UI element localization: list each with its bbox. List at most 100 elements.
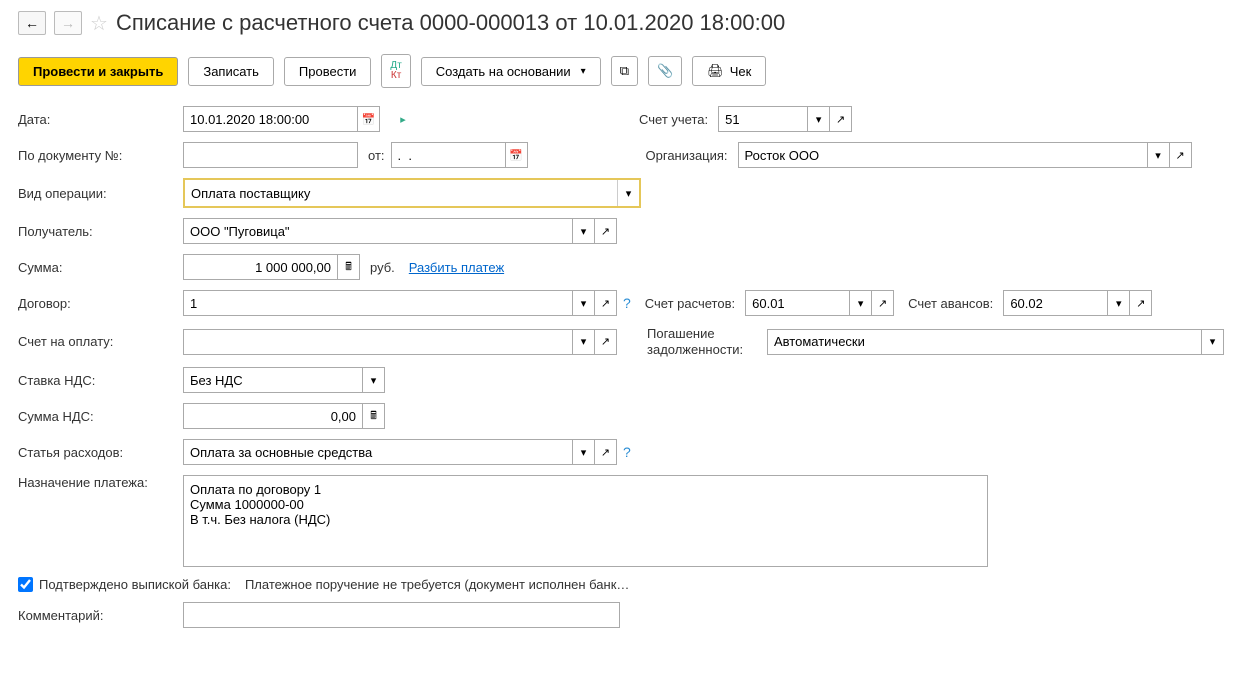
confirmed-checkbox[interactable] xyxy=(18,577,33,592)
recipient-dropdown[interactable]: ▾ xyxy=(573,218,595,244)
tag-icon: ▸ xyxy=(400,113,406,126)
confirmed-label: Подтверждено выпиской банка: xyxy=(39,577,231,592)
org-input[interactable] xyxy=(738,142,1148,168)
advance-open[interactable]: ↗ xyxy=(1130,290,1152,316)
page-title: Списание с расчетного счета 0000-000013 … xyxy=(116,10,785,36)
purpose-textarea[interactable] xyxy=(183,475,988,567)
row-date-account: Дата: 📅 ▸ Счет учета: ▾ ↗ xyxy=(18,106,1241,132)
comment-label: Комментарий: xyxy=(18,608,183,623)
docnum-label: По документу №: xyxy=(18,148,183,163)
invoice-label: Счет на оплату: xyxy=(18,334,183,349)
attachment-button[interactable]: 📎 xyxy=(648,56,682,86)
row-expense: Статья расходов: ▾ ↗ ? xyxy=(18,439,1241,465)
row-contract-accounts: Договор: ▾ ↗ ? Счет расчетов: ▾ ↗ Счет а… xyxy=(18,290,1241,316)
vatsum-calc[interactable]: 🖩 xyxy=(363,403,385,429)
dt-kt-button[interactable]: ДтКт xyxy=(381,54,410,88)
row-purpose: Назначение платежа: xyxy=(18,475,1241,567)
date-input[interactable] xyxy=(183,106,358,132)
post-button[interactable]: Провести xyxy=(284,57,372,86)
recipient-open[interactable]: ↗ xyxy=(595,218,617,244)
structure-icon: ⧉ xyxy=(620,63,629,79)
docdate-input[interactable] xyxy=(391,142,506,168)
dt-kt-icon: ДтКт xyxy=(390,61,401,81)
row-vatrate: Ставка НДС: ▾ xyxy=(18,367,1241,393)
create-based-button[interactable]: Создать на основании xyxy=(421,57,601,86)
settlement-dropdown[interactable]: ▾ xyxy=(850,290,872,316)
date-picker-button[interactable]: 📅 xyxy=(358,106,380,132)
contract-help[interactable]: ? xyxy=(623,295,631,311)
row-invoice-debt: Счет на оплату: ▾ ↗ Погашение задолженно… xyxy=(18,326,1241,357)
invoice-dropdown[interactable]: ▾ xyxy=(573,329,595,355)
row-comment: Комментарий: xyxy=(18,602,1241,628)
row-operation: Вид операции: ▾ xyxy=(18,178,1241,208)
expense-input[interactable] xyxy=(183,439,573,465)
vatsum-input[interactable] xyxy=(183,403,363,429)
advance-dropdown[interactable]: ▾ xyxy=(1108,290,1130,316)
header-bar: ← → ☆ Списание с расчетного счета 0000-0… xyxy=(18,10,1241,36)
date-extra-button[interactable]: ▸ xyxy=(392,106,414,132)
sum-input[interactable] xyxy=(183,254,338,280)
calendar-icon: 📅 xyxy=(362,113,376,126)
date-label: Дата: xyxy=(18,112,183,127)
operation-type-input[interactable] xyxy=(185,180,617,206)
docnum-input[interactable] xyxy=(183,142,358,168)
sum-calc[interactable]: 🖩 xyxy=(338,254,360,280)
paperclip-icon: 📎 xyxy=(657,63,673,79)
row-vatsum: Сумма НДС: 🖩 xyxy=(18,403,1241,429)
row-docnum-org: По документу №: от: 📅 Организация: ▾ ↗ xyxy=(18,142,1241,168)
contract-input[interactable] xyxy=(183,290,573,316)
account-dropdown[interactable]: ▾ xyxy=(808,106,830,132)
contract-label: Договор: xyxy=(18,296,183,311)
docdate-picker[interactable]: 📅 xyxy=(506,142,528,168)
receipt-button[interactable]: 🖨Чек xyxy=(692,56,766,86)
debt-input[interactable] xyxy=(767,329,1202,355)
row-confirmed: Подтверждено выпиской банка: Платежное п… xyxy=(18,577,1241,592)
debt-dropdown[interactable]: ▾ xyxy=(1202,329,1224,355)
vatrate-input[interactable] xyxy=(183,367,363,393)
org-dropdown[interactable]: ▾ xyxy=(1148,142,1170,168)
from-label: от: xyxy=(368,148,385,163)
settlement-input[interactable] xyxy=(745,290,850,316)
structure-button[interactable]: ⧉ xyxy=(611,56,638,86)
vatrate-dropdown[interactable]: ▾ xyxy=(363,367,385,393)
post-and-close-button[interactable]: Провести и закрыть xyxy=(18,57,178,86)
recipient-input[interactable] xyxy=(183,218,573,244)
forward-button: → xyxy=(54,11,82,35)
settlement-open[interactable]: ↗ xyxy=(872,290,894,316)
back-button[interactable]: ← xyxy=(18,11,46,35)
expense-help[interactable]: ? xyxy=(623,444,631,460)
operation-label: Вид операции: xyxy=(18,186,183,201)
split-payment-link[interactable]: Разбить платеж xyxy=(409,260,504,275)
expense-dropdown[interactable]: ▾ xyxy=(573,439,595,465)
vatrate-label: Ставка НДС: xyxy=(18,373,183,388)
receipt-icon: 🖨 xyxy=(707,63,724,79)
row-recipient: Получатель: ▾ ↗ xyxy=(18,218,1241,244)
contract-open[interactable]: ↗ xyxy=(595,290,617,316)
settlement-label: Счет расчетов: xyxy=(645,296,735,311)
sum-label: Сумма: xyxy=(18,260,183,275)
calculator-icon: 🖩 xyxy=(345,258,352,277)
org-open[interactable]: ↗ xyxy=(1170,142,1192,168)
vatsum-label: Сумма НДС: xyxy=(18,409,183,424)
write-button[interactable]: Записать xyxy=(188,57,274,86)
favorite-star-icon[interactable]: ☆ xyxy=(90,11,108,36)
org-label: Организация: xyxy=(646,148,728,163)
contract-dropdown[interactable]: ▾ xyxy=(573,290,595,316)
comment-input[interactable] xyxy=(183,602,620,628)
account-label: Счет учета: xyxy=(639,112,708,127)
row-sum: Сумма: 🖩 руб. Разбить платеж xyxy=(18,254,1241,280)
calculator-icon: 🖩 xyxy=(370,407,377,426)
calendar-icon: 📅 xyxy=(509,149,523,162)
operation-dropdown[interactable]: ▾ xyxy=(617,180,639,206)
expense-open[interactable]: ↗ xyxy=(595,439,617,465)
debt-label: Погашение задолженности: xyxy=(647,326,757,357)
advance-label: Счет авансов: xyxy=(908,296,993,311)
account-input[interactable] xyxy=(718,106,808,132)
currency-label: руб. xyxy=(370,260,395,275)
recipient-label: Получатель: xyxy=(18,224,183,239)
invoice-input[interactable] xyxy=(183,329,573,355)
account-open[interactable]: ↗ xyxy=(830,106,852,132)
operation-type-wrap: ▾ xyxy=(183,178,641,208)
invoice-open[interactable]: ↗ xyxy=(595,329,617,355)
advance-input[interactable] xyxy=(1003,290,1108,316)
